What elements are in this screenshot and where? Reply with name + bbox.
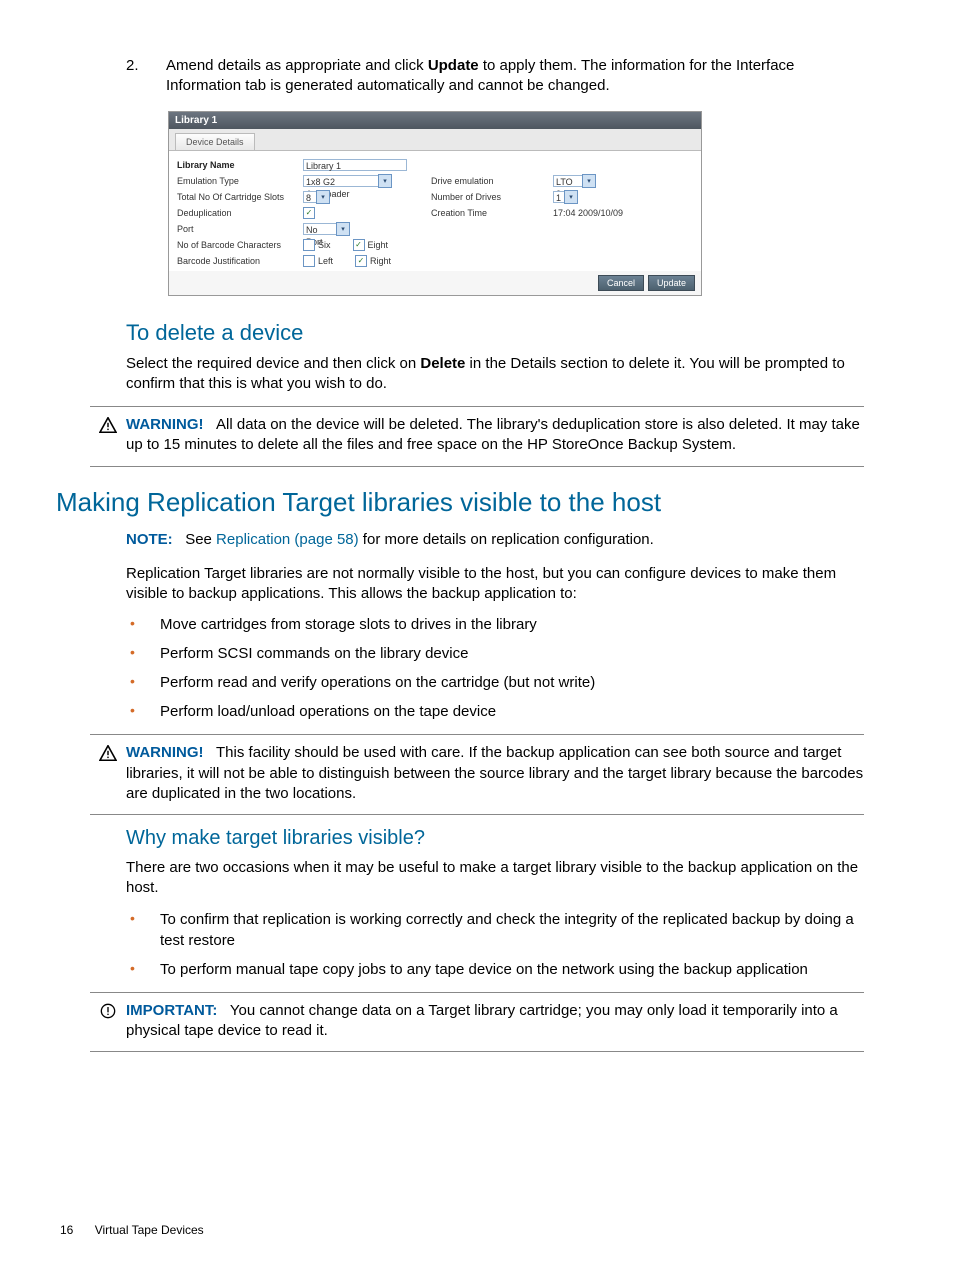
ui-button-row: Cancel Update xyxy=(169,271,701,295)
label-drive-emulation: Drive emulation xyxy=(427,176,553,186)
para-why-visible: There are two occasions when it may be u… xyxy=(126,858,864,899)
chevron-down-icon: ▾ xyxy=(378,174,392,188)
page-number: 16 xyxy=(60,1223,73,1237)
checkbox-six[interactable]: ✓ xyxy=(303,239,315,251)
dropdown-total-slots[interactable]: 8▾ xyxy=(303,190,330,204)
warning-icon xyxy=(99,417,117,456)
list-item: Perform load/unload operations on the ta… xyxy=(160,701,864,722)
link-replication-page[interactable]: Replication (page 58) xyxy=(216,531,359,548)
bullet-icon: • xyxy=(126,672,160,693)
heading-delete-device: To delete a device xyxy=(126,320,864,346)
label-creation-time: Creation Time xyxy=(427,208,553,218)
step-number: 2. xyxy=(90,56,156,97)
chevron-down-icon: ▾ xyxy=(316,190,330,204)
bullet-icon: • xyxy=(126,643,160,664)
list-item: Move cartridges from storage slots to dr… xyxy=(160,614,864,635)
warning-text: All data on the device will be deleted. … xyxy=(126,416,860,453)
section-title: Virtual Tape Devices xyxy=(95,1223,204,1237)
step-2: 2. Amend details as appropriate and clic… xyxy=(90,56,864,97)
label-total-slots: Total No Of Cartridge Slots xyxy=(173,192,303,202)
label-barcode-just: Barcode Justification xyxy=(173,256,303,266)
bullets-replication-allows: •Move cartridges from storage slots to d… xyxy=(126,614,864,722)
dropdown-drive-emulation[interactable]: LTO 3▾ xyxy=(553,174,596,188)
list-item: Perform read and verify operations on th… xyxy=(160,672,864,693)
chevron-down-icon: ▾ xyxy=(582,174,596,188)
note-label: NOTE: xyxy=(126,531,173,548)
ui-titlebar: Library 1 xyxy=(169,112,701,129)
warning-delete-data: WARNING! All data on the device will be … xyxy=(90,406,864,467)
label-emulation-type: Emulation Type xyxy=(173,176,303,186)
note-replication: NOTE: See Replication (page 58) for more… xyxy=(90,530,864,552)
heading-making-visible: Making Replication Target libraries visi… xyxy=(56,487,864,518)
checkbox-left[interactable]: ✓ xyxy=(303,255,315,267)
important-text: You cannot change data on a Target libra… xyxy=(126,1002,838,1039)
bullet-icon: • xyxy=(126,614,160,635)
label-port: Port xyxy=(173,224,303,234)
bullet-icon: • xyxy=(126,909,160,951)
ui-form-body: Library Name Library 1 Emulation Type 1x… xyxy=(169,151,701,271)
checkbox-deduplication[interactable]: ✓ xyxy=(303,207,315,219)
list-item: To confirm that replication is working c… xyxy=(160,909,864,951)
important-icon xyxy=(100,1003,116,1042)
input-library-name[interactable]: Library 1 xyxy=(303,159,407,171)
ui-tab-row: Device Details xyxy=(169,129,701,151)
numbered-step-list: 2. Amend details as appropriate and clic… xyxy=(90,56,864,97)
important-label: IMPORTANT: xyxy=(126,1002,217,1019)
list-item: To perform manual tape copy jobs to any … xyxy=(160,959,864,980)
list-item: Perform SCSI commands on the library dev… xyxy=(160,643,864,664)
dropdown-port[interactable]: No Port▾ xyxy=(303,222,350,236)
chevron-down-icon: ▾ xyxy=(336,222,350,236)
heading-why-visible: Why make target libraries visible? xyxy=(126,827,864,850)
checkbox-eight[interactable]: ✓ xyxy=(353,239,365,251)
label-library-name: Library Name xyxy=(173,160,303,170)
checkbox-right[interactable]: ✓ xyxy=(355,255,367,267)
tab-device-details[interactable]: Device Details xyxy=(175,133,255,150)
warning-label: WARNING! xyxy=(126,744,204,761)
bullet-icon: • xyxy=(126,959,160,980)
warning-icon xyxy=(99,745,117,804)
label-deduplication: Deduplication xyxy=(173,208,303,218)
para-delete-device: Select the required device and then clic… xyxy=(126,354,864,395)
label-num-drives: Number of Drives xyxy=(427,192,553,202)
cancel-button[interactable]: Cancel xyxy=(598,275,644,291)
para-replication-intro: Replication Target libraries are not nor… xyxy=(126,564,864,605)
chevron-down-icon: ▾ xyxy=(564,190,578,204)
dropdown-emulation-type[interactable]: 1x8 G2 Autoloader▾ xyxy=(303,174,392,188)
step-text: Amend details as appropriate and click U… xyxy=(156,56,864,97)
device-details-ui: Library 1 Device Details Library Name Li… xyxy=(168,111,702,296)
bullets-why-visible: •To confirm that replication is working … xyxy=(126,909,864,980)
important-cannot-change: IMPORTANT: You cannot change data on a T… xyxy=(90,992,864,1053)
warning-use-with-care: WARNING! This facility should be used wi… xyxy=(90,734,864,815)
page-footer: 16 Virtual Tape Devices xyxy=(60,1223,204,1237)
label-barcode-chars: No of Barcode Characters xyxy=(173,240,303,250)
dropdown-num-drives[interactable]: 1▾ xyxy=(553,190,578,204)
warning-label: WARNING! xyxy=(126,416,204,433)
update-button[interactable]: Update xyxy=(648,275,695,291)
warning-text: This facility should be used with care. … xyxy=(126,744,863,802)
value-creation-time: 17:04 2009/10/09 xyxy=(553,208,697,218)
bullet-icon: • xyxy=(126,701,160,722)
